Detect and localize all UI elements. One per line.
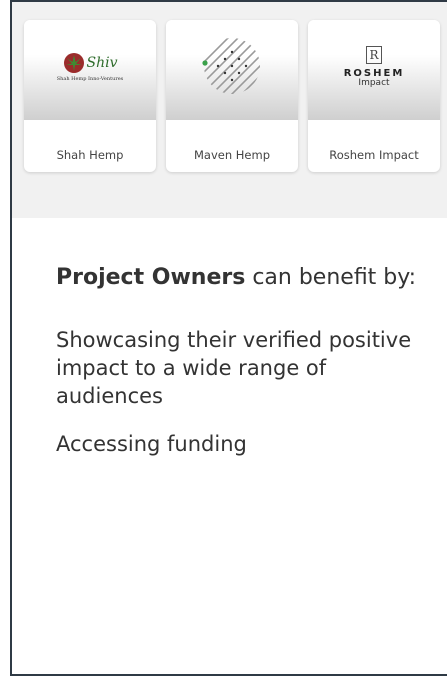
partner-card-shah-hemp[interactable]: Shiv Shah Hemp Inno-Ventures Shah Hemp xyxy=(24,20,156,172)
partner-logo-roshem-impact: R ROSHEM Impact xyxy=(308,20,440,120)
page-frame: Shiv Shah Hemp Inno-Ventures Shah Hemp M… xyxy=(10,0,447,676)
partner-card-roshem-impact[interactable]: R ROSHEM Impact Roshem Impact xyxy=(308,20,440,172)
partner-carousel: Shiv Shah Hemp Inno-Ventures Shah Hemp M… xyxy=(12,2,447,218)
hemp-leaf-icon xyxy=(63,53,84,73)
roshem-logo-mark: R xyxy=(366,46,382,64)
roshem-logo-subtext: Impact xyxy=(358,78,390,88)
partner-name: Maven Hemp xyxy=(193,148,271,162)
partner-logo-shah-hemp: Shiv Shah Hemp Inno-Ventures xyxy=(24,20,156,120)
partner-logo-maven-hemp xyxy=(166,20,298,120)
partner-card-maven-hemp[interactable]: Maven Hemp xyxy=(166,20,298,172)
benefits-heading: Project Owners can benefit by: xyxy=(56,264,436,292)
benefit-item: Showcasing their verified positive impac… xyxy=(56,328,412,408)
benefits-heading-rest: can benefit by: xyxy=(245,265,417,290)
benefit-item: Accessing funding xyxy=(56,432,247,456)
benefits-section: Project Owners can benefit by: Showcasin… xyxy=(56,264,436,478)
partner-name: Roshem Impact xyxy=(329,148,419,162)
shah-logo-script: Shiv xyxy=(86,55,118,71)
benefits-heading-bold: Project Owners xyxy=(56,265,246,290)
maven-hemp-logo-icon xyxy=(202,38,260,94)
shah-logo-subtext: Shah Hemp Inno-Ventures xyxy=(56,76,124,82)
partner-name: Shah Hemp xyxy=(56,148,124,162)
